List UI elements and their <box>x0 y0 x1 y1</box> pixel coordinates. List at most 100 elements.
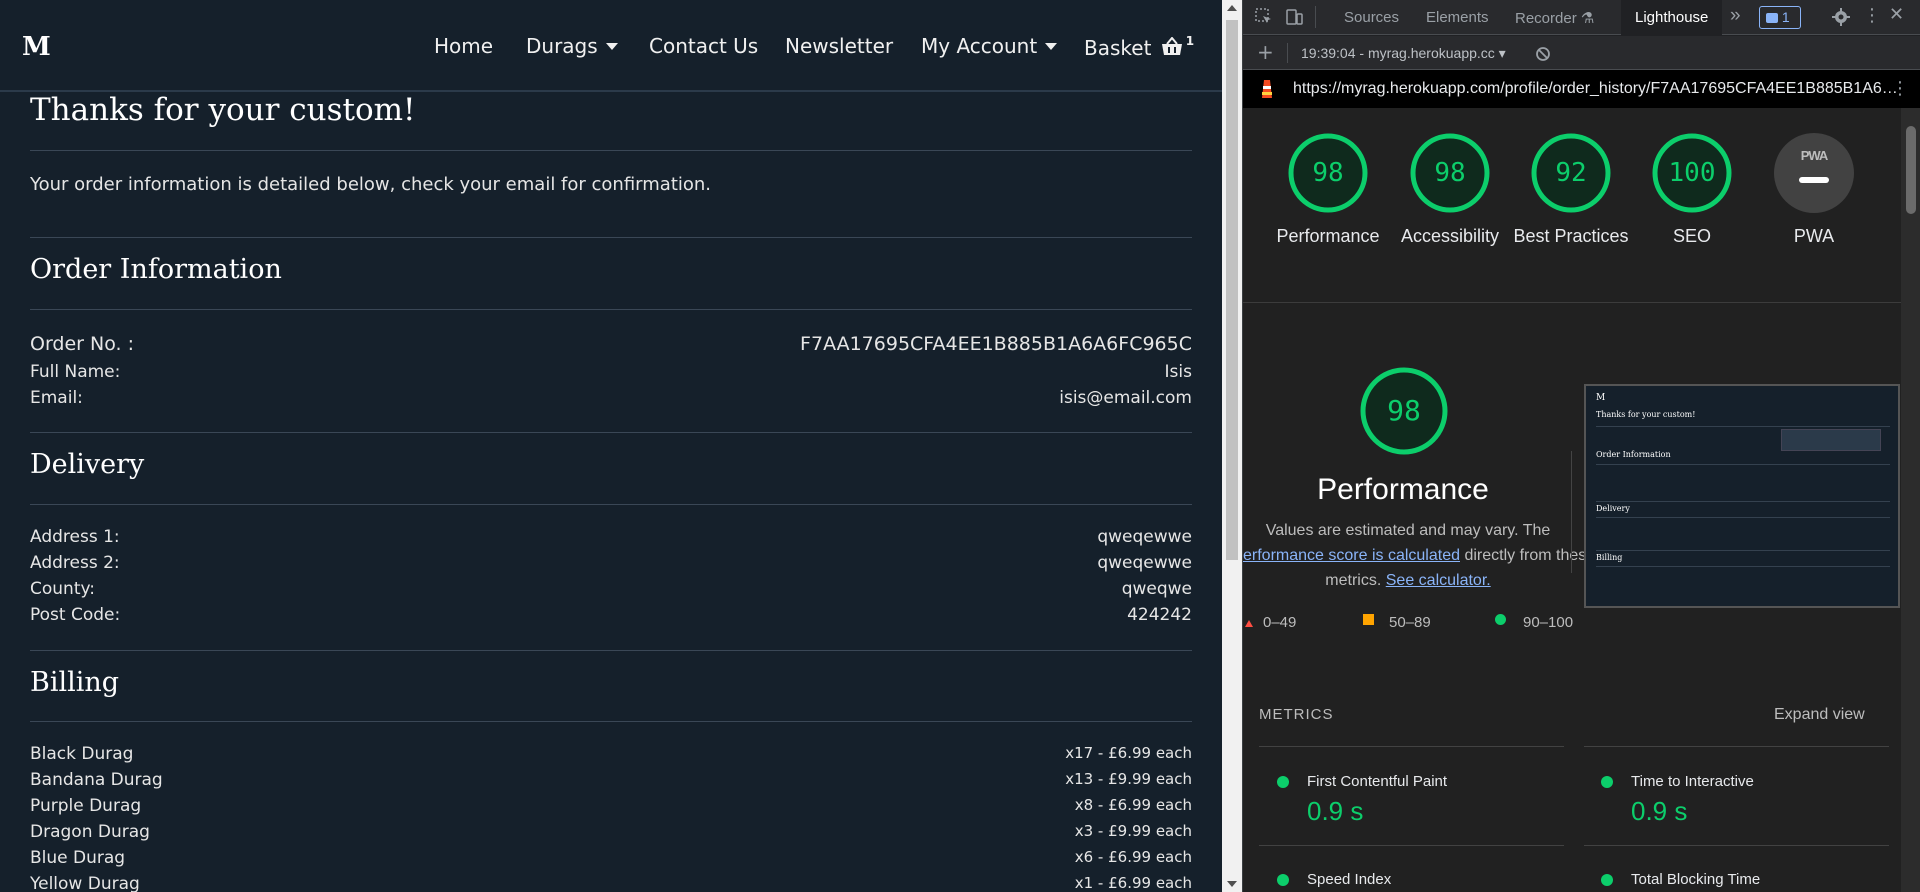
divider <box>1243 302 1901 303</box>
website-viewport: M Home Durags Contact Us Newsletter My A… <box>0 0 1222 892</box>
delivery-heading: Delivery <box>30 449 145 480</box>
delivery-label: Address 1: <box>30 527 120 547</box>
more-tabs-icon[interactable]: » <box>1730 5 1741 27</box>
metric-name-speed-index: Speed Index <box>1307 871 1392 888</box>
final-screenshot-thumbnail[interactable]: M Thanks for your custom! Order Informat… <box>1584 384 1900 608</box>
billing-qty-price: x6 - £6.99 each <box>1074 848 1192 866</box>
pwa-badge-text: PWA <box>1800 148 1829 163</box>
delivery-value: qweqewwe <box>1097 527 1192 547</box>
delivery-label: Post Code: <box>30 605 121 625</box>
site-navbar: M Home Durags Contact Us Newsletter My A… <box>0 0 1222 92</box>
delivery-value: 424242 <box>1127 605 1192 625</box>
order-label: Email: <box>30 388 83 408</box>
delivery-value: qweqewwe <box>1097 553 1192 573</box>
billing-row: Blue Durag x6 - £6.99 each <box>30 848 1192 874</box>
performance-desc-text: directly from these <box>1464 547 1596 564</box>
score-calculated-link[interactable]: erformance score is calculated <box>1243 547 1460 564</box>
mini-delivery-heading: Delivery <box>1596 504 1630 513</box>
scrollbar-thumb[interactable] <box>1226 20 1238 560</box>
legend-fail-icon <box>1245 620 1253 627</box>
divider <box>30 432 1192 433</box>
score-seo: 100 <box>1668 158 1716 188</box>
pwa-dash-icon <box>1799 177 1829 183</box>
score-best-practices: 92 <box>1555 158 1587 188</box>
metric-name-fcp: First Contentful Paint <box>1307 773 1448 790</box>
score-label-seo: SEO <box>1672 226 1711 246</box>
chevron-down-icon <box>1045 43 1058 50</box>
billing-row: Purple Durag x8 - £6.99 each <box>30 796 1192 822</box>
performance-description: metrics. See calculator. <box>1243 568 1573 593</box>
performance-title: Performance <box>1317 473 1489 506</box>
score-label-performance: Performance <box>1276 226 1380 246</box>
scroll-down-icon[interactable] <box>1227 881 1237 887</box>
nav-durags[interactable]: Durags <box>526 34 618 58</box>
new-report-plus-icon[interactable]: + <box>1257 40 1274 64</box>
nav-contact[interactable]: Contact Us <box>649 34 758 58</box>
close-icon[interactable]: ✕ <box>1889 4 1904 25</box>
billing-qty-price: x17 - £6.99 each <box>1065 744 1192 762</box>
billing-row: Yellow Durag x1 - £6.99 each <box>30 874 1192 892</box>
lighthouse-toolbar: + 19:39:04 - myrag.herokuapp.cc ▾ <box>1243 36 1920 70</box>
divider <box>1584 746 1889 747</box>
performance-desc-text: Values are estimated and may vary. The <box>1265 522 1551 539</box>
basket-count-badge: 1 <box>1185 34 1195 48</box>
scroll-up-icon[interactable] <box>1227 5 1237 11</box>
lighthouse-report: 98 Performance 98 Accessibility 92 Best … <box>1243 108 1901 892</box>
see-calculator-link[interactable]: See calculator. <box>1386 572 1491 589</box>
nav-durags-label: Durags <box>526 34 598 58</box>
billing-row: Dragon Durag x3 - £9.99 each <box>30 822 1192 848</box>
tab-lighthouse[interactable]: Lighthouse <box>1621 0 1723 35</box>
inspect-element-icon[interactable] <box>1255 8 1273 26</box>
issues-counter[interactable]: 1 <box>1759 6 1801 29</box>
page-title: Thanks for your custom! <box>30 92 416 128</box>
devtools-panel: Sources Elements Recorder ⚗ Lighthouse »… <box>1242 0 1920 892</box>
flask-icon: ⚗ <box>1580 10 1595 27</box>
tab-sources[interactable]: Sources <box>1344 9 1399 26</box>
chevron-down-icon: ▾ <box>1498 45 1506 61</box>
metric-name-tti: Time to Interactive <box>1631 773 1754 790</box>
nav-basket[interactable]: Basket 1 <box>1084 34 1194 60</box>
tab-elements[interactable]: Elements <box>1426 9 1489 26</box>
metric-pass-icon <box>1277 776 1289 788</box>
legend-average: 50–89 <box>1389 614 1431 631</box>
pwa-badge[interactable]: PWA <box>1774 133 1854 213</box>
performance-desc-text: metrics. <box>1325 572 1382 589</box>
score-label-best-practices: Best Practices <box>1513 226 1629 246</box>
order-value: isis@email.com <box>1059 388 1192 408</box>
billing-qty-price: x3 - £9.99 each <box>1074 822 1192 840</box>
billing-item: Blue Durag <box>30 848 126 868</box>
scrollbar-thumb[interactable] <box>1906 126 1916 214</box>
device-toolbar-icon[interactable] <box>1285 8 1303 26</box>
report-selector-label: 19:39:04 - myrag.herokuapp.cc <box>1301 45 1495 61</box>
nav-my-account[interactable]: My Account <box>921 34 1058 58</box>
report-selector[interactable]: 19:39:04 - myrag.herokuapp.cc ▾ <box>1301 45 1506 62</box>
issues-count: 1 <box>1781 9 1790 25</box>
legend-pass: 90–100 <box>1523 614 1574 631</box>
site-logo[interactable]: M <box>22 32 51 62</box>
nav-home[interactable]: Home <box>434 34 493 58</box>
legend-pass-icon <box>1495 614 1506 625</box>
message-icon <box>1766 13 1778 23</box>
billing-item: Purple Durag <box>30 796 142 816</box>
divider <box>30 504 1192 505</box>
divider <box>1259 746 1564 747</box>
tab-recorder[interactable]: Recorder ⚗ <box>1515 9 1594 27</box>
metrics-heading: METRICS <box>1259 706 1334 723</box>
delivery-value: qweqwe <box>1121 579 1192 599</box>
score-performance: 98 <box>1312 158 1344 188</box>
report-scrollbar[interactable] <box>1901 108 1920 892</box>
page-scrollbar[interactable] <box>1222 0 1242 892</box>
delivery-row: Post Code: 424242 <box>30 605 1192 631</box>
kebab-menu-icon[interactable]: ⋮ <box>1891 78 1909 99</box>
expand-view-toggle[interactable]: Expand view <box>1774 706 1865 724</box>
kebab-menu-icon[interactable]: ⋮ <box>1863 5 1881 26</box>
clear-all-icon[interactable] <box>1535 46 1551 62</box>
billing-heading: Billing <box>30 667 120 698</box>
nav-newsletter[interactable]: Newsletter <box>785 34 893 58</box>
billing-item: Bandana Durag <box>30 770 163 790</box>
billing-qty-price: x1 - £6.99 each <box>1074 874 1192 892</box>
divider <box>1259 845 1564 846</box>
metric-value-tti: 0.9 s <box>1631 796 1688 826</box>
settings-gear-icon[interactable] <box>1831 7 1851 27</box>
billing-item: Yellow Durag <box>30 874 140 892</box>
